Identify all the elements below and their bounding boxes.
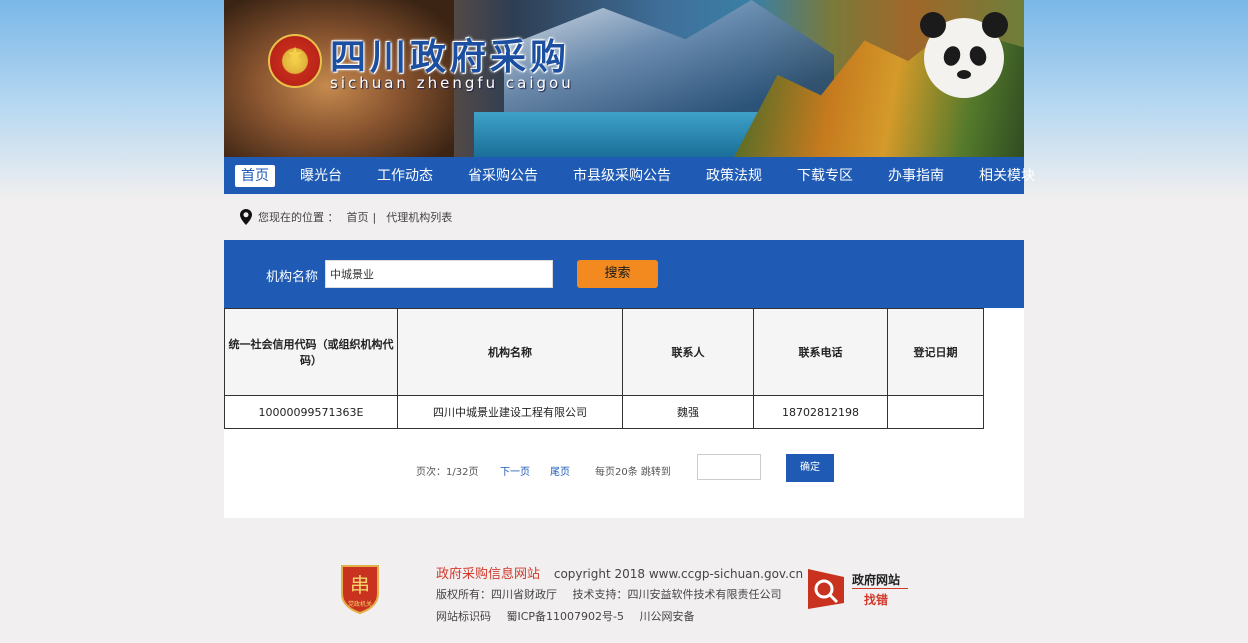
breadcrumb-prefix: 您现在的位置 ： xyxy=(258,211,339,224)
pagination: 页次：1/32页 下一页 尾页 每页20条 跳转到 确定 xyxy=(224,454,1024,484)
footer-copyright: copyright 2018 www.ccgp-sichuan.gov.cn xyxy=(553,567,804,581)
footer-line-3: 网站标识码 蜀ICP备11007902号-5 川公网安备 xyxy=(436,608,707,624)
search-button[interactable]: 搜索 xyxy=(577,260,658,288)
results-panel: 统一社会信用代码（或组织机构代码） 机构名称 联系人 联系电话 登记日期 100… xyxy=(224,308,1024,518)
nav-item-exposure[interactable]: 曝光台 xyxy=(294,165,348,187)
site-title-pinyin: sichuan zhengfu caigou xyxy=(330,74,574,92)
page-jump-input[interactable] xyxy=(697,454,761,480)
site-title: 四川政府采购 xyxy=(330,36,571,78)
nav-item-downloads[interactable]: 下载专区 xyxy=(791,165,859,187)
col-phone: 联系电话 xyxy=(753,308,888,396)
footer-line-2: 版权所有：四川省财政厅 技术支持：四川安益软件技术有限责任公司 xyxy=(436,586,794,602)
footer-icp[interactable]: 蜀ICP备11007902号-5 xyxy=(507,610,625,623)
report-error-link[interactable]: 政府网站 找错 xyxy=(808,569,908,609)
next-page-link[interactable]: 下一页 xyxy=(500,463,530,478)
per-page-text: 每页20条 跳转到 xyxy=(595,467,671,478)
footer: 串 党政机关 政府采购信息网站 copyright 2018 www.ccgp-… xyxy=(0,553,1248,643)
col-agency-name: 机构名称 xyxy=(397,308,623,396)
nav-item-policies[interactable]: 政策法规 xyxy=(700,165,768,187)
party-government-badge-icon[interactable]: 串 党政机关 xyxy=(339,564,381,614)
table-header-row: 统一社会信用代码（或组织机构代码） 机构名称 联系人 联系电话 登记日期 xyxy=(224,308,984,396)
cell-contact: 魏强 xyxy=(622,395,754,429)
cell-agency-name[interactable]: 四川中城景业建设工程有限公司 xyxy=(397,395,623,429)
nav-item-modules[interactable]: 相关模块 xyxy=(973,165,1041,187)
nav-item-guide[interactable]: 办事指南 xyxy=(882,165,950,187)
search-panel: 机构名称 中城景业 搜索 xyxy=(224,240,1024,308)
footer-owner: 版权所有：四川省财政厅 xyxy=(436,588,557,601)
nav-item-home[interactable]: 首页 xyxy=(235,164,275,187)
main-nav: 首页 曝光台 工作动态 省采购公告 市县级采购公告 政策法规 下载专区 办事指南… xyxy=(224,157,1035,194)
error-title: 政府网站 xyxy=(852,573,901,587)
footer-site-name: 政府采购信息网站 xyxy=(436,567,541,582)
footer-police[interactable]: 川公网安备 xyxy=(640,610,695,623)
agency-name-input[interactable]: 中城景业 xyxy=(325,260,553,288)
nav-item-news[interactable]: 工作动态 xyxy=(371,165,439,187)
breadcrumb-separator: | xyxy=(372,210,377,224)
cell-credit-code: 10000099571363E xyxy=(224,395,398,429)
banner-panda-image xyxy=(914,8,1014,118)
magnifier-icon xyxy=(808,569,844,609)
col-credit-code: 统一社会信用代码（或组织机构代码） xyxy=(224,308,398,396)
page-jump-confirm-button[interactable]: 确定 xyxy=(786,454,834,482)
nav-item-province-notices[interactable]: 省采购公告 xyxy=(462,165,544,187)
error-sub: 找错 xyxy=(864,593,889,607)
page-container: ★ 四川政府采购 sichuan zhengfu caigou 首页 曝光台 工… xyxy=(224,0,1035,518)
col-register-date: 登记日期 xyxy=(887,308,984,396)
error-divider xyxy=(852,588,908,589)
breadcrumb-home-link[interactable]: 首页 xyxy=(347,209,369,225)
header-banner: ★ 四川政府采购 sichuan zhengfu caigou xyxy=(224,0,1024,157)
national-emblem-icon: ★ xyxy=(268,34,322,88)
cell-phone: 18702812198 xyxy=(753,395,888,429)
svg-text:党政机关: 党政机关 xyxy=(348,600,372,608)
svg-text:串: 串 xyxy=(350,573,370,597)
cell-register-date xyxy=(887,395,984,429)
agency-table: 统一社会信用代码（或组织机构代码） 机构名称 联系人 联系电话 登记日期 100… xyxy=(224,308,984,429)
last-page-link[interactable]: 尾页 xyxy=(550,463,570,478)
breadcrumb: 您现在的位置 ： 首页 | 代理机构列表 xyxy=(224,194,1024,240)
footer-support: 技术支持：四川安益软件技术有限责任公司 xyxy=(572,588,782,601)
col-contact: 联系人 xyxy=(622,308,754,396)
nav-item-city-notices[interactable]: 市县级采购公告 xyxy=(567,165,677,187)
location-pin-icon xyxy=(240,209,252,225)
search-label: 机构名称 xyxy=(266,270,319,285)
breadcrumb-current: 代理机构列表 xyxy=(386,211,453,224)
page-info: 页次：1/32页 xyxy=(416,467,479,478)
table-row: 10000099571363E 四川中城景业建设工程有限公司 魏强 187028… xyxy=(224,395,984,429)
footer-line-1: 政府采购信息网站 copyright 2018 www.ccgp-sichuan… xyxy=(436,563,803,582)
footer-site-code: 网站标识码 xyxy=(436,610,491,623)
